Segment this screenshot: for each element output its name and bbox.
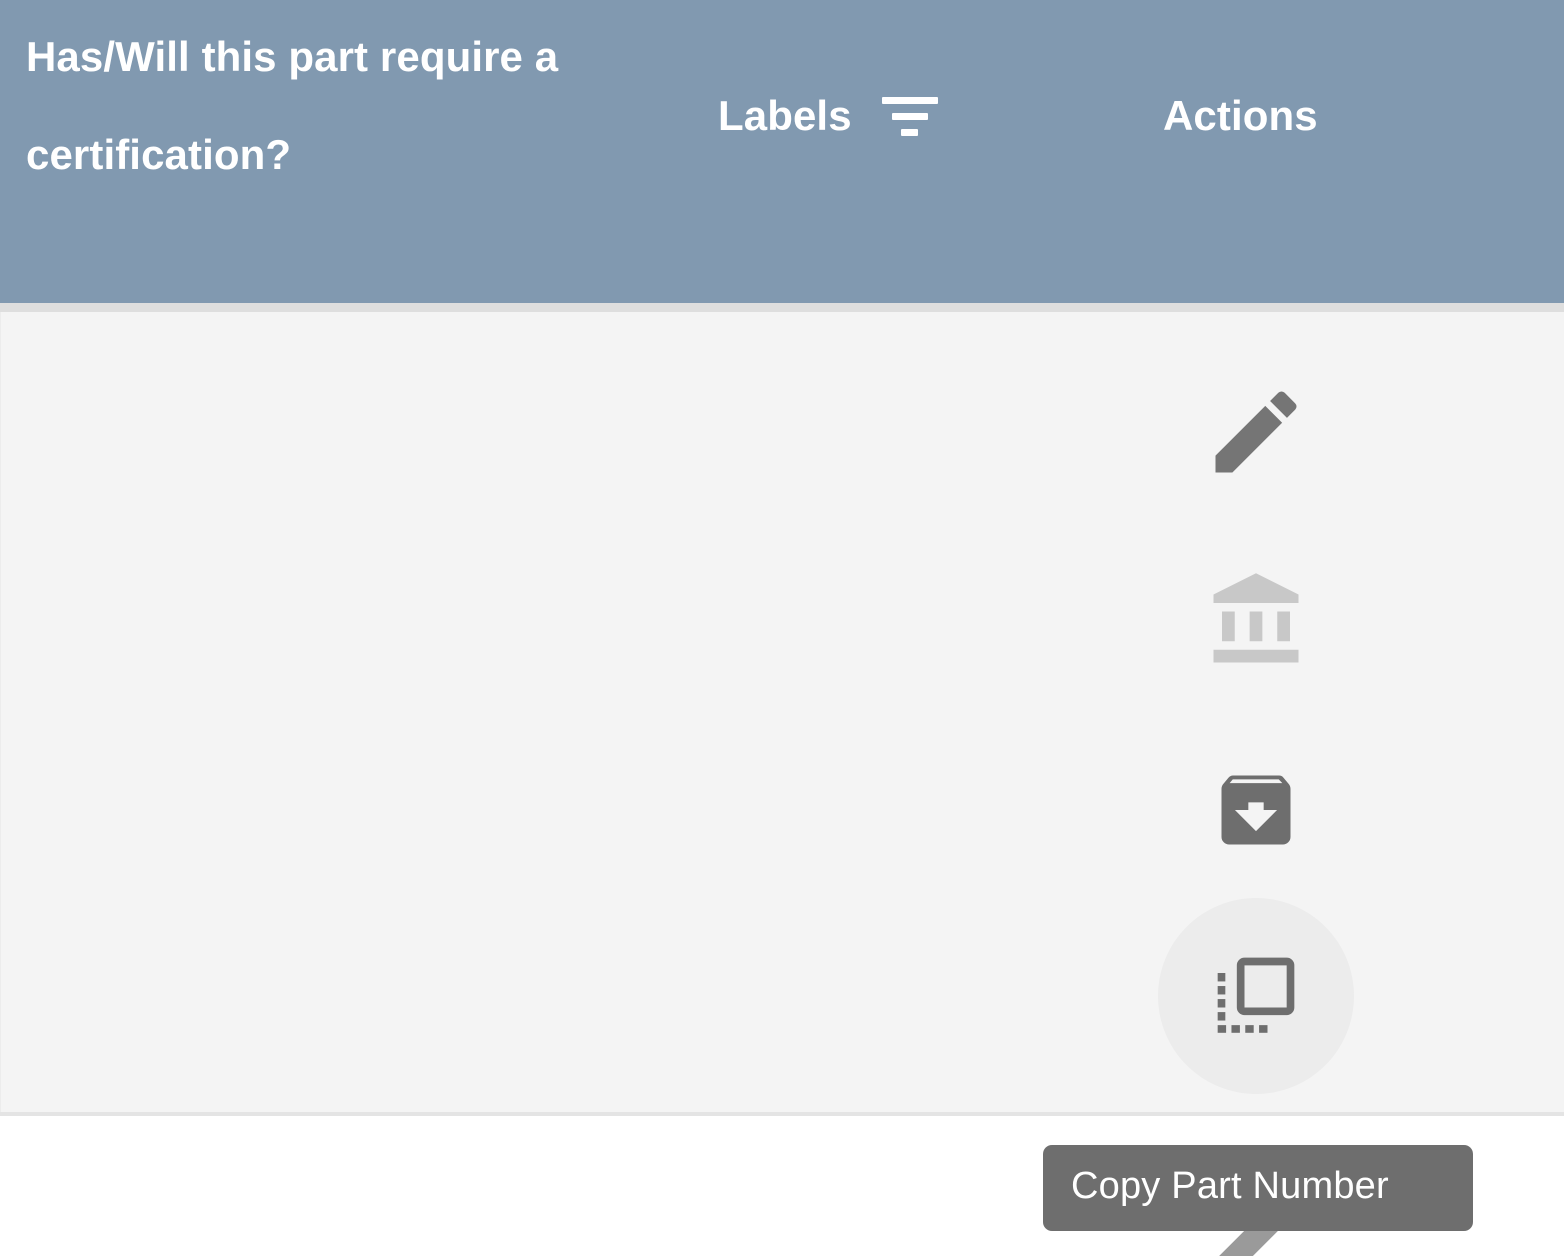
column-header-labels: Labels xyxy=(718,92,938,140)
archive-button[interactable] xyxy=(1158,712,1354,908)
column-header-labels-text[interactable]: Labels xyxy=(718,92,852,140)
edit-button[interactable] xyxy=(1158,334,1354,530)
pencil-edit-icon xyxy=(1202,378,1310,486)
tooltip-copy-part-number: Copy Part Number xyxy=(1043,1145,1473,1231)
copy-all-icon xyxy=(1210,950,1302,1042)
filter-list-icon[interactable] xyxy=(881,94,938,138)
archive-download-icon xyxy=(1210,764,1302,856)
account-balance-button[interactable] xyxy=(1158,522,1354,718)
copy-part-number-button[interactable] xyxy=(1158,898,1354,1094)
column-header-actions[interactable]: Actions xyxy=(1163,92,1318,140)
parts-table-viewport: Has/Will this part require a certificati… xyxy=(0,0,1564,1256)
filter-bar-top xyxy=(881,96,938,104)
filter-bar-middle xyxy=(891,112,928,120)
table-header-row: Has/Will this part require a certificati… xyxy=(0,0,1564,303)
account-balance-icon xyxy=(1205,569,1307,671)
filter-bar-bottom xyxy=(901,128,919,136)
column-header-certification[interactable]: Has/Will this part require a certificati… xyxy=(26,8,626,204)
header-divider xyxy=(0,303,1564,312)
